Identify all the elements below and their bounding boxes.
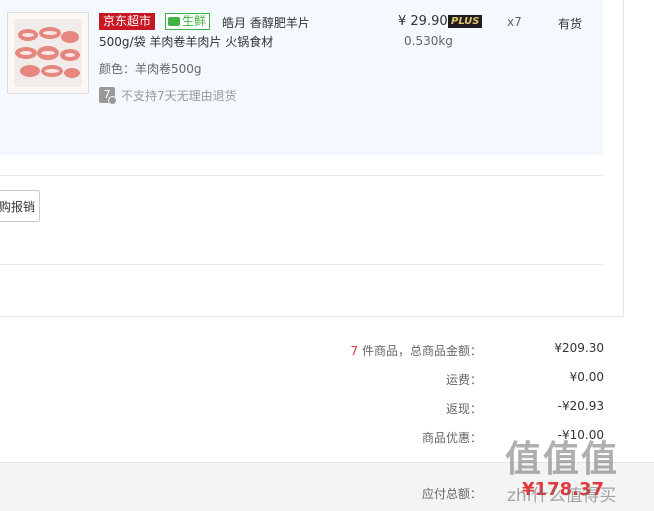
item-weight: 0.530kg [404, 34, 453, 48]
watermark-site: zhi什么值得买 [507, 486, 617, 506]
no-return-icon: 7 [99, 87, 117, 105]
product-thumbnail[interactable] [7, 12, 89, 94]
plus-badge: PLUS [448, 15, 483, 28]
watermark-logo: 值值值 [505, 439, 620, 480]
divider [0, 316, 624, 317]
cashback-label: 返现： [445, 402, 482, 416]
shipping-fee: ¥0.00 [569, 370, 604, 384]
goods-total: ¥209.30 [554, 341, 604, 355]
divider [0, 264, 603, 265]
item-quantity: x7 [507, 15, 522, 29]
panel-border [623, 0, 624, 317]
reimburse-button[interactable]: 购报销 [0, 190, 40, 222]
fresh-tag: 生鲜 [165, 13, 211, 30]
fresh-tag-label: 生鲜 [182, 14, 207, 28]
cashback-amount: -¥20.93 [557, 399, 604, 413]
fresh-leaf-icon [168, 17, 180, 26]
stock-status: 有货 [558, 17, 583, 31]
product-title[interactable]: 皓月 香醇肥羊片 [222, 14, 310, 31]
unit-price: ¥ 29.90 [398, 14, 448, 29]
payable-label: 应付总额： [421, 487, 482, 501]
product-color: 颜色：羊肉卷500g [99, 62, 202, 76]
goods-count-label: 7 件商品，总商品金额： [351, 342, 482, 359]
discount-label: 商品优惠： [421, 431, 482, 445]
lamb-slices-image [8, 13, 88, 93]
product-title-line2[interactable]: 500g/袋 羊肉卷羊肉片 火锅食材 [99, 33, 273, 50]
jd-supermarket-tag: 京东超市 [99, 13, 156, 30]
no-return-text: 不支持7天无理由退货 [121, 89, 237, 103]
divider [0, 175, 603, 176]
shipping-label: 运费： [445, 373, 482, 387]
goods-total-label: 件商品，总商品金额： [358, 344, 482, 358]
